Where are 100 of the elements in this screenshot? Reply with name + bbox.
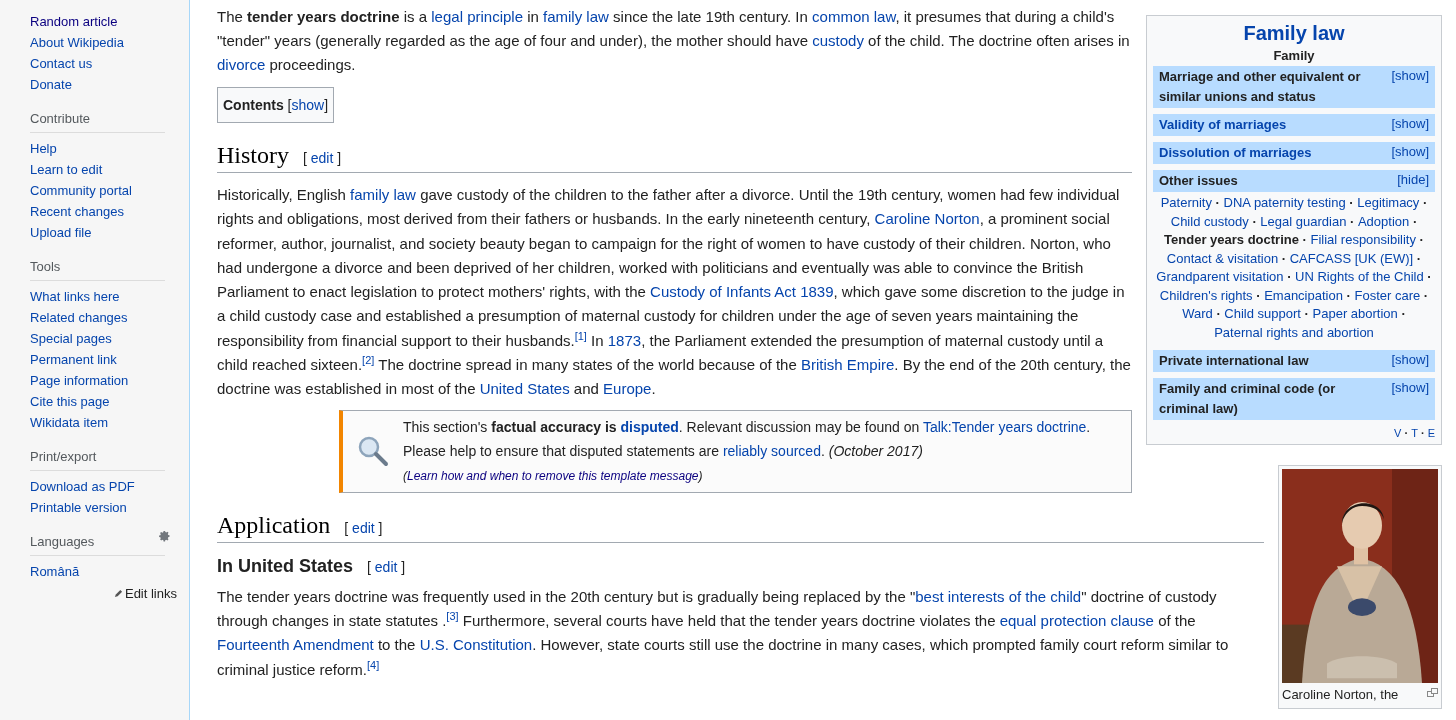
navbox-link[interactable]: E xyxy=(1427,427,1435,439)
sidebar-link[interactable]: Contact us xyxy=(30,53,165,74)
enlarge-icon[interactable] xyxy=(1427,688,1438,697)
text-link[interactable]: Learn how and when to remove this template message xyxy=(407,468,699,483)
navbox-link[interactable]: Paternity xyxy=(1160,195,1212,210)
text-link[interactable]: Talk:Tender years doctrine xyxy=(922,418,1087,435)
separator-dot: · xyxy=(1415,250,1423,266)
text-link[interactable]: divorce xyxy=(217,56,266,73)
sidebar-link[interactable]: Special pages xyxy=(30,328,165,349)
text-link[interactable]: edit xyxy=(374,558,398,575)
sidebar-link[interactable]: Related changes xyxy=(30,307,165,328)
text-link[interactable]: United States xyxy=(479,380,570,398)
navbox-link[interactable]: Legal guardian xyxy=(1260,213,1347,229)
navbox-group-header[interactable]: Validity of marriages [show] xyxy=(1153,114,1435,136)
text-link[interactable]: U.S. Constitution xyxy=(419,636,533,654)
group-title: Private international law xyxy=(1159,352,1309,370)
sidebar-link[interactable]: Help xyxy=(30,138,165,159)
sidebar-link[interactable]: Upload file xyxy=(30,222,165,243)
separator-dot: · xyxy=(1411,213,1419,229)
separator-dot: · xyxy=(1400,306,1407,321)
toggle-link[interactable]: [show] xyxy=(1391,351,1429,369)
text-link[interactable]: Custody of Infants Act 1839 xyxy=(650,283,834,301)
navbox-link[interactable]: Emancipation xyxy=(1264,287,1343,303)
navbox-link[interactable]: Child custody xyxy=(1170,213,1249,229)
separator-dot: · xyxy=(1286,269,1293,284)
reference-link[interactable]: [4] xyxy=(367,658,380,671)
navbox-link[interactable]: Grandparent visitation xyxy=(1156,269,1284,284)
navbox-link[interactable]: Foster care xyxy=(1354,287,1421,303)
text-link[interactable]: disputed xyxy=(620,418,679,435)
navbox-group-header[interactable]: Marriage and other equivalent or similar unions and status [show] xyxy=(1153,66,1435,108)
sidebar-link[interactable]: Recent changes xyxy=(30,201,165,222)
navbox-link[interactable]: T xyxy=(1411,427,1418,439)
navbox-link[interactable]: Paper abortion xyxy=(1312,306,1398,321)
sidebar-heading: Languages xyxy=(30,533,95,551)
text-link[interactable]: British Empire xyxy=(800,356,895,374)
navbox-link[interactable]: UN Rights of the Child xyxy=(1295,269,1424,284)
navbox-link[interactable]: V xyxy=(1394,427,1402,439)
text-link[interactable]: Europe xyxy=(603,380,652,398)
toggle-link[interactable]: [show] xyxy=(1391,67,1429,85)
text-link[interactable]: common law xyxy=(812,8,896,25)
text-link[interactable]: custody xyxy=(812,32,864,49)
navbox-link[interactable]: CAFCASS [UK (EW)] xyxy=(1289,250,1414,266)
group-title: Family and criminal code (or criminal law) xyxy=(1159,380,1337,418)
separator-dot: · xyxy=(1349,213,1356,229)
sidebar-link[interactable]: Română xyxy=(30,561,165,582)
toggle-link[interactable]: [show] xyxy=(1391,379,1429,397)
reference-link[interactable]: [1] xyxy=(574,330,587,343)
sidebar-link[interactable]: Community portal xyxy=(30,180,165,201)
toggle-link[interactable]: [show] xyxy=(1391,115,1429,133)
group-title[interactable]: Dissolution of marriages xyxy=(1159,143,1312,163)
sidebar-link[interactable]: Learn to edit xyxy=(30,159,165,180)
navbox-link[interactable]: Legitimacy xyxy=(1357,195,1420,210)
sidebar-link[interactable]: Cite this page xyxy=(30,391,165,412)
separator-dot: · xyxy=(1303,306,1310,321)
text-link[interactable]: Caroline Norton xyxy=(874,210,980,228)
current-page-label: Tender years doctrine xyxy=(1164,232,1299,247)
text-link[interactable]: reliably sourced xyxy=(722,442,821,459)
reference-link[interactable]: [2] xyxy=(362,354,375,367)
navbox-link[interactable]: DNA paternity testing xyxy=(1223,195,1346,210)
text-link[interactable]: family law xyxy=(543,8,609,25)
edit-section-link: [ edit ] xyxy=(303,149,342,168)
contents-box[interactable]: Contents [show] xyxy=(217,87,335,123)
sidebar-link[interactable]: Download as PDF xyxy=(30,476,165,497)
group-title[interactable]: Validity of marriages xyxy=(1159,115,1287,135)
navbox-link[interactable]: Contact & visitation xyxy=(1166,250,1279,266)
sidebar-link[interactable]: What links here xyxy=(30,286,165,307)
sidebar-link[interactable]: Wikidata item xyxy=(30,412,165,433)
navbox-link[interactable]: Ward xyxy=(1182,306,1213,321)
sidebar-link[interactable]: About Wikipedia xyxy=(30,32,165,53)
toggle-link[interactable]: [hide] xyxy=(1397,171,1429,189)
navbox-link[interactable]: Paternal rights and abortion xyxy=(1214,324,1374,340)
sidebar-link[interactable]: Permanent link xyxy=(30,349,165,370)
toggle-link[interactable]: [show] xyxy=(1391,143,1429,161)
navbox-link[interactable]: Filial responsibility xyxy=(1310,232,1416,247)
navbox-link[interactable]: Children's rights xyxy=(1159,287,1253,303)
edit-links-link[interactable]: Edit links xyxy=(113,584,177,604)
sidebar-link[interactable]: Printable version xyxy=(30,497,165,518)
text-link[interactable]: Fourteenth Amendment xyxy=(217,636,374,654)
navbox-link[interactable]: Child support xyxy=(1224,306,1301,321)
paragraph: The tender years doctrine was frequently used in the 20th century but is gradually being replaced by the "best interests of the child" doctrine of custody through changes in state statutes .$^{[3]}$ Furthermore, several courts have held that the tender years doctrine violates the equal protection clause of the Fourteenth Amendment to the U.S. Constitution. However, state courts still use the doctrine in many cases, which prompted family court reform similar to criminal justice reform.$^{[4]}$ xyxy=(217,586,1230,680)
text-link[interactable]: edit xyxy=(352,519,375,536)
text-link[interactable]: family law xyxy=(350,186,416,203)
text-link[interactable]: best interests of the child xyxy=(915,587,1082,605)
navbox-group-header[interactable]: Private international law [show] xyxy=(1153,350,1435,372)
navbox-link[interactable]: Adoption xyxy=(1357,213,1410,229)
settings-icon[interactable] xyxy=(159,530,171,542)
separator-dot: · xyxy=(1418,232,1425,247)
sidebar-link[interactable]: Page information xyxy=(30,370,165,391)
text-link[interactable]: legal principle xyxy=(431,8,523,25)
sidebar-link[interactable]: Random article xyxy=(30,11,165,32)
navbox-group-header[interactable]: Dissolution of marriages [show] xyxy=(1153,142,1435,164)
text-link[interactable]: edit xyxy=(310,150,334,166)
separator-dot: · xyxy=(1419,427,1426,439)
navbox-group-header[interactable]: Other issues [hide] xyxy=(1153,170,1435,192)
edit-section-link: [ edit ] xyxy=(344,518,383,538)
paragraph: The tender years doctrine is a legal principle in family law since the late 19th century. In common law, it presumes that during a child's "tender" years (generally regarded as the age of four and under), the mother should have custody of the child. The doctrine often arises in divorce proceedings. xyxy=(217,7,1131,75)
navbox-group-header[interactable]: Family and criminal code (or criminal law) [show] xyxy=(1153,378,1435,420)
reference-link[interactable]: [3] xyxy=(446,610,459,623)
sidebar-link[interactable]: Donate xyxy=(30,74,165,95)
text-link[interactable]: equal protection clause xyxy=(999,611,1154,629)
